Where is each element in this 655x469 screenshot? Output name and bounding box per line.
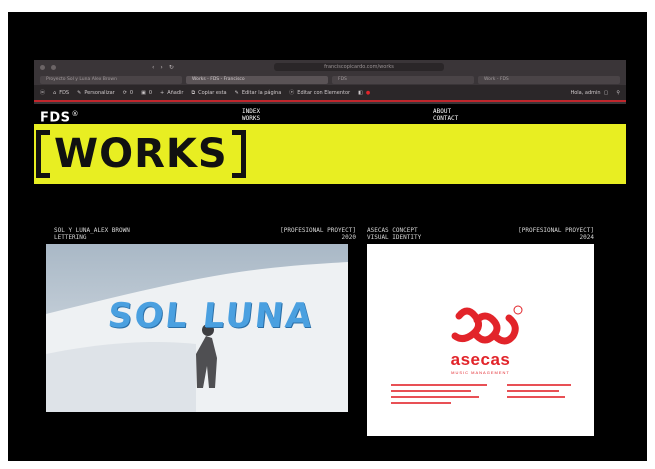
tab-sol-y-luna[interactable]: Proyecto Sol y Luna Alex Brown <box>40 75 182 84</box>
asecas-text-line <box>507 384 571 386</box>
home-icon[interactable]: ⌂ FDS <box>53 90 69 96</box>
tab-strip: Proyecto Sol y Luna Alex Brown Works - F… <box>34 74 626 85</box>
asecas-brand-name: asecas <box>450 350 511 369</box>
seo-icon[interactable]: ◧ ● <box>358 90 370 96</box>
window-close-icon[interactable] <box>40 64 45 70</box>
user-greeting[interactable]: Hola, admin ▢ <box>570 90 608 96</box>
admin-bar-divider <box>34 100 626 102</box>
tab-fds[interactable]: FDS <box>332 75 474 84</box>
asecas-text-line <box>391 396 479 398</box>
nav-primary: INDEX WORKS <box>242 108 260 123</box>
tab-works[interactable]: Works - FDS - Francisco <box>186 75 328 84</box>
wordpress-icon[interactable]: ⓦ <box>40 89 45 96</box>
address-bar[interactable]: franciscopicardo.com/works <box>274 63 444 71</box>
edit-elementor-button[interactable]: ⓔ Editar con Elementor <box>289 89 350 97</box>
project-image-asecas[interactable]: asecas MUSIC MANAGEMENT <box>367 244 594 436</box>
customize-button[interactable]: ✎ Personalizar <box>77 90 115 96</box>
project-subtitle: LETTERING <box>54 233 87 241</box>
browser-chrome: ‹ › ↻ franciscopicardo.com/works Proyect… <box>34 60 626 104</box>
nav-link-contact[interactable]: CONTACT <box>433 115 458 123</box>
wp-admin-bar: ⓦ ⌂ FDS ✎ Personalizar ⟳ 0 ▣ 0 + Añadir … <box>34 85 626 100</box>
banner-heading: WORKS <box>36 126 246 182</box>
project-subtitle: VISUAL IDENTITY <box>367 233 422 241</box>
new-item-button[interactable]: + Añadir <box>160 90 183 96</box>
updates-button[interactable]: ⟳ 0 <box>123 90 133 96</box>
works-banner: WORKS <box>34 124 626 184</box>
back-icon[interactable]: ‹ <box>152 64 154 71</box>
reload-icon[interactable]: ↻ <box>169 64 174 71</box>
asecas-text-line <box>391 384 487 386</box>
registered-mark: ® <box>71 110 80 118</box>
window-minimize-icon[interactable] <box>51 64 56 70</box>
bracket-left-icon <box>36 130 50 178</box>
project-meta-asecas: ASECAS CONCEPT [PROFESIONAL PROYECT] VIS… <box>367 227 594 241</box>
search-icon[interactable]: ⚲ <box>616 90 620 96</box>
nav-secondary: ABOUT CONTACT <box>433 108 458 123</box>
project-year: 2024 <box>579 233 594 241</box>
forward-icon[interactable]: › <box>160 64 162 71</box>
banner-title: WORKS <box>54 131 228 177</box>
copy-page-button[interactable]: ⧉ Copiar esta <box>192 90 227 96</box>
asecas-text-line <box>507 396 565 398</box>
asecas-text-line <box>507 390 559 392</box>
nav-link-works[interactable]: WORKS <box>242 115 260 123</box>
bracket-right-icon <box>231 130 246 178</box>
project-year: 2020 <box>341 233 356 241</box>
project-image-sol-y-luna[interactable]: SOL LUNA <box>46 244 348 412</box>
sol-y-luna-lettering: SOL LUNA <box>105 296 316 336</box>
project-meta-sol-y-luna: SOL Y LUNA_ALEX BROWN [PROFESIONAL PROYE… <box>54 227 356 241</box>
asecas-tagline: MUSIC MANAGEMENT <box>451 370 510 375</box>
asecas-text-line <box>391 390 471 392</box>
admin-site-name: FDS <box>59 89 70 96</box>
comments-button[interactable]: ▣ 0 <box>141 90 152 96</box>
asecas-text-line <box>391 402 451 404</box>
tab-work-fds[interactable]: Work - FDS <box>478 75 620 84</box>
edit-page-button[interactable]: ✎ Editar la página <box>235 90 282 96</box>
asecas-logo-icon <box>451 305 523 345</box>
